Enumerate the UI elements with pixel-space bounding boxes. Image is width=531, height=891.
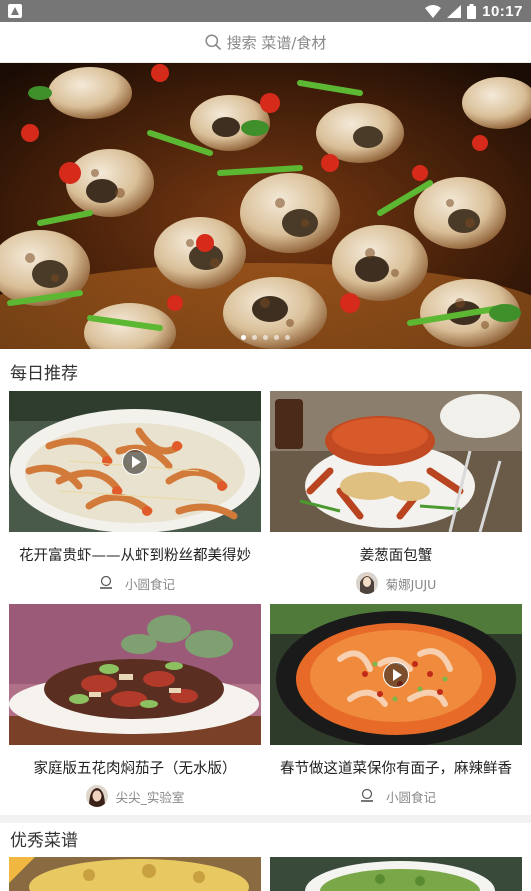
status-bar: 10:17	[0, 0, 531, 22]
carousel-dot[interactable]	[252, 335, 257, 340]
author-name: 菊娜JUJU	[385, 576, 437, 592]
recipe-card[interactable]: 家庭版五花肉焖茄子（无水版） 尖尖_实验室	[9, 604, 261, 807]
recipe-author[interactable]: 尖尖_实验室	[9, 785, 261, 807]
recipe-image	[270, 604, 522, 745]
status-icons: 10:17	[425, 2, 523, 20]
author-name: 尖尖_实验室	[115, 789, 185, 805]
recipe-card[interactable]: 春节做这道菜保你有面子，麻辣鲜香 小圆食记	[270, 604, 522, 807]
recipe-image	[9, 857, 261, 891]
section-title-excellent: 优秀菜谱	[10, 831, 78, 851]
section-title-daily: 每日推荐	[10, 364, 78, 384]
section-divider	[0, 815, 531, 823]
recipe-card[interactable]	[270, 857, 522, 891]
recipe-image	[270, 391, 522, 532]
carousel-dot[interactable]	[263, 335, 268, 340]
wifi-icon	[425, 4, 442, 18]
carousel-dot[interactable]	[274, 335, 279, 340]
carousel-dot[interactable]	[285, 335, 290, 340]
carousel-indicators	[0, 335, 531, 340]
signal-icon	[447, 4, 462, 18]
recipe-image	[9, 604, 261, 745]
play-video-icon[interactable]	[122, 448, 148, 475]
banner-carousel[interactable]	[0, 63, 531, 349]
recipe-card[interactable]	[9, 857, 261, 891]
recipe-image	[270, 857, 522, 891]
carousel-dot[interactable]	[241, 335, 246, 340]
recipe-image	[9, 391, 261, 532]
play-video-icon[interactable]	[383, 661, 409, 688]
author-avatar	[94, 572, 117, 594]
search-placeholder: 搜索 菜谱/食材	[226, 33, 327, 52]
author-avatar	[355, 785, 378, 807]
author-name: 小圆食记	[385, 789, 436, 805]
search-icon	[205, 34, 221, 50]
author-avatar	[85, 785, 108, 807]
battery-icon	[467, 3, 477, 19]
recipe-title: 姜葱面包蟹	[359, 548, 433, 564]
recipe-title: 家庭版五花肉焖茄子（无水版）	[33, 761, 237, 777]
recipe-author[interactable]: 菊娜JUJU	[270, 572, 522, 594]
recipe-card[interactable]: 姜葱面包蟹 菊娜JUJU	[270, 391, 522, 594]
recipe-title: 花开富贵虾——从虾到粉丝都美得妙	[19, 548, 251, 564]
author-avatar	[355, 572, 378, 594]
recipe-author[interactable]: 小圆食记	[270, 785, 522, 807]
app-notification-icon	[8, 4, 22, 18]
recipe-author[interactable]: 小圆食记	[9, 572, 261, 594]
banner-image	[0, 63, 531, 349]
search-bar[interactable]: 搜索 菜谱/食材	[0, 22, 531, 63]
recipe-title: 春节做这道菜保你有面子，麻辣鲜香	[280, 761, 512, 777]
clock: 10:17	[482, 2, 523, 20]
recipe-card[interactable]: 花开富贵虾——从虾到粉丝都美得妙 小圆食记	[9, 391, 261, 594]
author-name: 小圆食记	[124, 576, 175, 592]
